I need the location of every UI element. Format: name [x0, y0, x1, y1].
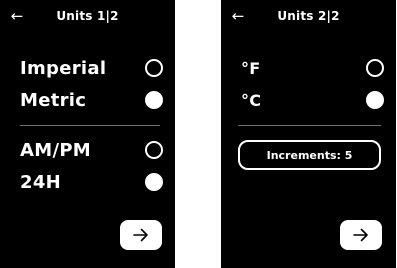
radio-button-unselected[interactable]: [145, 141, 163, 159]
radio-button-unselected[interactable]: [145, 59, 163, 77]
divider: [238, 125, 381, 126]
increments-button[interactable]: Increments: 5: [238, 140, 381, 170]
radio-button-selected[interactable]: [145, 91, 163, 109]
units-screen-1: ← Units 1|2 Imperial Metric AM/PM 24H: [0, 0, 175, 268]
option-label: Imperial: [20, 57, 107, 79]
option-imperial[interactable]: Imperial: [20, 56, 163, 80]
next-button[interactable]: [340, 220, 382, 250]
option-label: °C: [241, 90, 262, 110]
page-title: Units 1|2: [56, 9, 119, 23]
page-title: Units 2|2: [277, 9, 340, 23]
units-screen-2: ← Units 2|2 °F °C Increments: 5: [221, 0, 396, 268]
option-label: 24H: [20, 171, 62, 193]
right-arrow-icon: [133, 228, 148, 242]
option-label: Metric: [20, 89, 87, 111]
option-fahrenheit[interactable]: °F: [241, 56, 384, 80]
radio-button-selected[interactable]: [366, 91, 384, 109]
right-arrow-icon: [353, 228, 368, 242]
option-celsius[interactable]: °C: [241, 88, 384, 112]
option-metric[interactable]: Metric: [20, 88, 163, 112]
option-label: AM/PM: [20, 139, 92, 161]
option-am-pm[interactable]: AM/PM: [20, 138, 163, 162]
next-button[interactable]: [120, 220, 162, 250]
radio-button-unselected[interactable]: [366, 59, 384, 77]
divider: [20, 125, 160, 126]
option-24h[interactable]: 24H: [20, 170, 163, 194]
option-label: °F: [241, 58, 261, 78]
header: ← Units 2|2: [221, 0, 396, 36]
radio-button-selected[interactable]: [145, 173, 163, 191]
header: ← Units 1|2: [0, 0, 175, 36]
